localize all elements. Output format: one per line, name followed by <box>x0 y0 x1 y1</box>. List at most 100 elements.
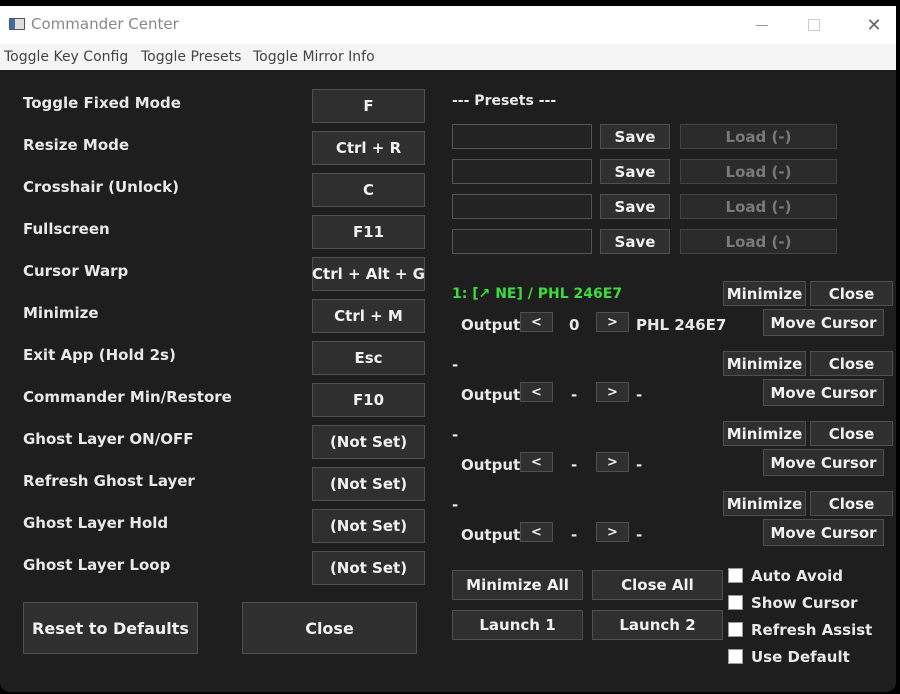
maximize-window-button[interactable] <box>792 6 836 44</box>
keybind-label: Fullscreen <box>23 220 110 238</box>
output-name: - <box>636 456 643 474</box>
move-cursor-button[interactable]: Move Cursor <box>763 519 884 546</box>
keybind-button[interactable]: Esc <box>312 341 425 375</box>
refresh-assist-checkbox[interactable] <box>728 622 743 637</box>
output-label: Output <box>461 526 521 544</box>
target-title: - <box>452 356 459 374</box>
output-prev-button[interactable]: < <box>520 382 553 402</box>
output-next-button[interactable]: > <box>596 452 629 472</box>
app-icon <box>9 18 25 30</box>
keybind-button[interactable]: C <box>312 173 425 207</box>
close-all-button[interactable]: Close All <box>592 570 723 600</box>
commander-window: Commander Center ✕ Toggle Key Config Tog… <box>0 6 896 692</box>
target-close-button[interactable]: Close <box>810 281 893 306</box>
show-cursor-checkbox[interactable] <box>728 595 743 610</box>
preset-name-input[interactable] <box>452 194 592 219</box>
preset-name-input[interactable] <box>452 229 592 254</box>
output-value: 0 <box>569 316 580 334</box>
keybind-button[interactable]: Ctrl + Alt + G <box>312 257 425 291</box>
title-bar: Commander Center ✕ <box>0 6 896 44</box>
target-title: - <box>452 496 459 514</box>
output-label: Output <box>461 316 521 334</box>
keybind-label: Minimize <box>23 304 99 322</box>
target-minimize-button[interactable]: Minimize <box>723 421 806 446</box>
preset-save-button[interactable]: Save <box>600 194 670 219</box>
presets-header: --- Presets --- <box>452 93 557 109</box>
keybind-button[interactable]: F10 <box>312 383 425 417</box>
move-cursor-button[interactable]: Move Cursor <box>763 309 884 336</box>
target-title: 1: [↗ NE] / PHL 246E7 <box>452 286 623 302</box>
use-default-checkbox[interactable] <box>728 649 743 664</box>
menu-toggle-key-config[interactable]: Toggle Key Config <box>4 49 128 65</box>
keybind-button[interactable]: (Not Set) <box>312 509 425 543</box>
preset-name-input[interactable] <box>452 159 592 184</box>
reset-defaults-button[interactable]: Reset to Defaults <box>23 602 198 654</box>
close-icon: ✕ <box>866 14 882 36</box>
output-prev-button[interactable]: < <box>520 312 553 332</box>
target-minimize-button[interactable]: Minimize <box>723 351 806 376</box>
output-value: - <box>571 456 578 474</box>
keybind-label: Ghost Layer ON/OFF <box>23 430 194 448</box>
keybind-label: Refresh Ghost Layer <box>23 472 195 490</box>
launch-1-button[interactable]: Launch 1 <box>452 610 583 640</box>
minimize-all-button[interactable]: Minimize All <box>452 570 583 600</box>
keybind-label: Ghost Layer Loop <box>23 556 171 574</box>
keybind-button[interactable]: F11 <box>312 215 425 249</box>
keybind-button[interactable]: F <box>312 89 425 123</box>
keybind-button[interactable]: (Not Set) <box>312 551 425 585</box>
window-title: Commander Center <box>31 15 179 33</box>
preset-load-button[interactable]: Load (-) <box>680 194 837 219</box>
minimize-icon <box>756 24 768 26</box>
launch-2-button[interactable]: Launch 2 <box>592 610 723 640</box>
close-button[interactable]: Close <box>242 602 417 654</box>
keybind-label: Exit App (Hold 2s) <box>23 346 176 364</box>
output-label: Output <box>461 456 521 474</box>
output-next-button[interactable]: > <box>596 522 629 542</box>
output-next-button[interactable]: > <box>596 382 629 402</box>
output-name: PHL 246E7 <box>636 316 727 334</box>
preset-save-button[interactable]: Save <box>600 124 670 149</box>
keybind-label: Ghost Layer Hold <box>23 514 169 532</box>
output-value: - <box>571 526 578 544</box>
keybind-label: Cursor Warp <box>23 262 129 280</box>
show-cursor-label: Show Cursor <box>751 594 858 612</box>
menu-toggle-mirror-info[interactable]: Toggle Mirror Info <box>253 49 375 65</box>
keybind-label: Commander Min/Restore <box>23 388 232 406</box>
output-value: - <box>571 386 578 404</box>
keybind-button[interactable]: (Not Set) <box>312 425 425 459</box>
target-minimize-button[interactable]: Minimize <box>723 281 806 306</box>
output-prev-button[interactable]: < <box>520 522 553 542</box>
output-name: - <box>636 386 643 404</box>
maximize-icon <box>808 19 820 31</box>
close-window-button[interactable]: ✕ <box>852 6 896 44</box>
keybind-button[interactable]: Ctrl + R <box>312 131 425 165</box>
output-label: Output <box>461 386 521 404</box>
minimize-window-button[interactable] <box>740 6 784 44</box>
target-close-button[interactable]: Close <box>810 351 893 376</box>
preset-save-button[interactable]: Save <box>600 159 670 184</box>
move-cursor-button[interactable]: Move Cursor <box>763 379 884 406</box>
output-prev-button[interactable]: < <box>520 452 553 472</box>
preset-name-input[interactable] <box>452 124 592 149</box>
target-title: - <box>452 426 459 444</box>
refresh-assist-label: Refresh Assist <box>751 621 873 639</box>
menu-toggle-presets[interactable]: Toggle Presets <box>141 49 241 65</box>
auto-avoid-label: Auto Avoid <box>751 567 844 585</box>
keybind-label: Crosshair (Unlock) <box>23 178 180 196</box>
keybind-label: Toggle Fixed Mode <box>23 94 181 112</box>
use-default-label: Use Default <box>751 648 850 666</box>
keybind-button[interactable]: (Not Set) <box>312 467 425 501</box>
output-next-button[interactable]: > <box>596 312 629 332</box>
preset-save-button[interactable]: Save <box>600 229 670 254</box>
preset-load-button[interactable]: Load (-) <box>680 159 837 184</box>
move-cursor-button[interactable]: Move Cursor <box>763 449 884 476</box>
target-minimize-button[interactable]: Minimize <box>723 491 806 516</box>
preset-load-button[interactable]: Load (-) <box>680 124 837 149</box>
preset-load-button[interactable]: Load (-) <box>680 229 837 254</box>
keybind-button[interactable]: Ctrl + M <box>312 299 425 333</box>
menu-bar: Toggle Key Config Toggle Presets Toggle … <box>0 44 896 70</box>
auto-avoid-checkbox[interactable] <box>728 568 743 583</box>
target-close-button[interactable]: Close <box>810 421 893 446</box>
target-close-button[interactable]: Close <box>810 491 893 516</box>
output-name: - <box>636 526 643 544</box>
